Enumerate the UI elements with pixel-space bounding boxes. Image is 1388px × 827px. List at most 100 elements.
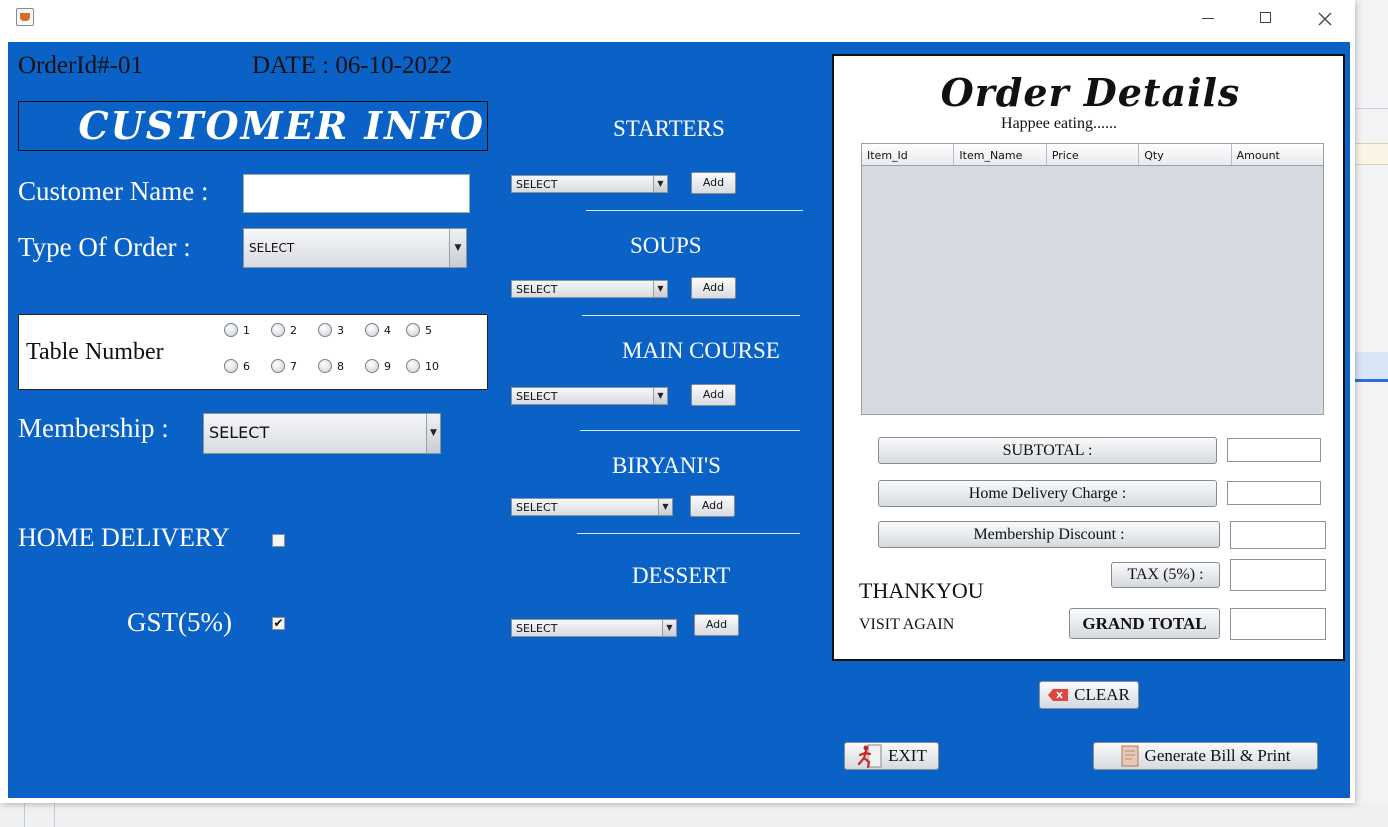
table-radio-label: 7 <box>290 360 297 373</box>
generate-bill-button[interactable]: Generate Bill & Print <box>1093 742 1318 770</box>
order-items-table[interactable]: Item_Id Item_Name Price Qty Amount <box>861 143 1324 415</box>
table-radio-6[interactable] <box>224 359 238 373</box>
visit-again-label: VISIT AGAIN <box>859 616 955 633</box>
background-divider <box>1355 108 1388 109</box>
gst-label: GST(5%) <box>127 607 232 637</box>
separator <box>580 430 800 431</box>
exit-button[interactable]: EXIT <box>844 742 939 770</box>
order-details-title: Order Details <box>940 70 1241 115</box>
biryanis-select[interactable]: SELECT ▼ <box>511 498 673 516</box>
chevron-down-icon: ▼ <box>658 499 672 515</box>
soups-select[interactable]: SELECT ▼ <box>511 280 668 298</box>
table-radio-5[interactable] <box>406 323 420 337</box>
separator <box>577 533 800 534</box>
add-dessert-button[interactable]: Add <box>694 614 739 636</box>
maximize-icon <box>1260 12 1271 23</box>
add-soups-button[interactable]: Add <box>691 277 736 299</box>
table-radio-label: 1 <box>243 324 250 337</box>
membership-label: Membership : <box>18 413 169 443</box>
add-biryanis-button[interactable]: Add <box>690 495 735 517</box>
order-id-label: OrderId#-01 <box>18 52 143 79</box>
subtotal-field[interactable] <box>1227 438 1321 462</box>
clear-button[interactable]: CLEAR <box>1039 681 1139 709</box>
starters-select-value: SELECT <box>516 178 558 191</box>
exit-runner-icon <box>858 744 882 768</box>
main-course-select-value: SELECT <box>516 390 558 403</box>
table-number-label: Table Number <box>26 339 164 365</box>
customer-name-label: Customer Name : <box>18 176 209 206</box>
membership-select[interactable]: SELECT ▼ <box>203 413 441 454</box>
table-radio-label: 4 <box>384 324 391 337</box>
table-radio-7[interactable] <box>271 359 285 373</box>
table-radio-8[interactable] <box>318 359 332 373</box>
home-delivery-charge-field[interactable] <box>1227 481 1321 505</box>
category-main-course-title: MAIN COURSE <box>622 338 780 363</box>
customer-name-input[interactable] <box>243 174 470 213</box>
dessert-select[interactable]: SELECT ▼ <box>511 619 677 637</box>
column-header-price[interactable]: Price <box>1047 144 1140 165</box>
table-radio-label: 9 <box>384 360 391 373</box>
chevron-down-icon: ▼ <box>653 281 667 297</box>
order-type-value: SELECT <box>249 241 295 255</box>
table-radio-2[interactable] <box>271 323 285 337</box>
table-radio-10[interactable] <box>406 359 420 373</box>
clear-button-label: CLEAR <box>1074 685 1130 704</box>
main-course-select[interactable]: SELECT ▼ <box>511 387 668 405</box>
close-icon <box>1318 12 1332 26</box>
table-header: Item_Id Item_Name Price Qty Amount <box>862 144 1323 166</box>
chevron-down-icon: ▼ <box>449 229 466 267</box>
column-header-qty[interactable]: Qty <box>1139 144 1232 165</box>
starters-select[interactable]: SELECT ▼ <box>511 175 668 193</box>
tax-button[interactable]: TAX (5%) : <box>1111 562 1220 588</box>
grand-total-field[interactable] <box>1230 608 1326 640</box>
table-number-group: Table Number 1 2 3 4 5 6 7 8 9 10 <box>18 314 488 390</box>
order-details-panel: Order Details Happee eating...... Item_I… <box>832 54 1345 661</box>
add-main-course-button[interactable]: Add <box>691 384 736 406</box>
chevron-down-icon: ▼ <box>653 388 667 404</box>
table-radio-1[interactable] <box>224 323 238 337</box>
add-starters-button[interactable]: Add <box>691 172 736 194</box>
category-starters-title: STARTERS <box>613 116 725 141</box>
membership-discount-button[interactable]: Membership Discount : <box>878 521 1220 548</box>
gst-checkbox[interactable]: ✔ <box>272 617 285 630</box>
membership-discount-field[interactable] <box>1230 521 1326 549</box>
order-details-subtitle: Happee eating...... <box>1001 115 1117 132</box>
table-radio-4[interactable] <box>365 323 379 337</box>
table-radio-3[interactable] <box>318 323 332 337</box>
table-radio-label: 10 <box>425 360 439 373</box>
category-dessert-title: DESSERT <box>632 563 731 588</box>
background-divider <box>54 803 55 827</box>
table-radio-label: 2 <box>290 324 297 337</box>
subtotal-button[interactable]: SUBTOTAL : <box>878 437 1217 464</box>
customer-info-banner: CUSTOMER INFO <box>18 101 488 151</box>
column-header-item-id[interactable]: Item_Id <box>862 144 955 165</box>
column-header-amount[interactable]: Amount <box>1232 144 1323 165</box>
separator <box>586 210 803 211</box>
tax-field[interactable] <box>1230 559 1326 591</box>
maximize-button[interactable] <box>1237 4 1295 34</box>
soups-select-value: SELECT <box>516 283 558 296</box>
order-type-label: Type Of Order : <box>18 232 191 262</box>
table-radio-9[interactable] <box>365 359 379 373</box>
home-delivery-charge-button[interactable]: Home Delivery Charge : <box>878 480 1217 507</box>
grand-total-button[interactable]: GRAND TOTAL <box>1069 608 1220 639</box>
dessert-select-value: SELECT <box>516 622 558 635</box>
background-divider <box>24 803 25 827</box>
background-status-area <box>0 803 1388 827</box>
background-app <box>1355 0 1388 827</box>
column-header-item-name[interactable]: Item_Name <box>954 144 1047 165</box>
chevron-down-icon: ▼ <box>653 176 667 192</box>
minimize-icon <box>1202 18 1214 19</box>
separator <box>582 315 800 316</box>
order-type-select[interactable]: SELECT ▼ <box>243 228 467 268</box>
close-button[interactable] <box>1296 4 1354 34</box>
membership-value: SELECT <box>209 423 270 442</box>
home-delivery-checkbox[interactable] <box>272 534 285 547</box>
app-java-icon <box>16 8 34 26</box>
exit-button-label: EXIT <box>888 746 927 765</box>
bill-icon <box>1121 745 1139 767</box>
clear-icon <box>1048 689 1069 701</box>
chevron-down-icon: ▼ <box>662 620 676 636</box>
background-selected-row <box>1355 352 1388 382</box>
minimize-button[interactable] <box>1180 4 1238 34</box>
